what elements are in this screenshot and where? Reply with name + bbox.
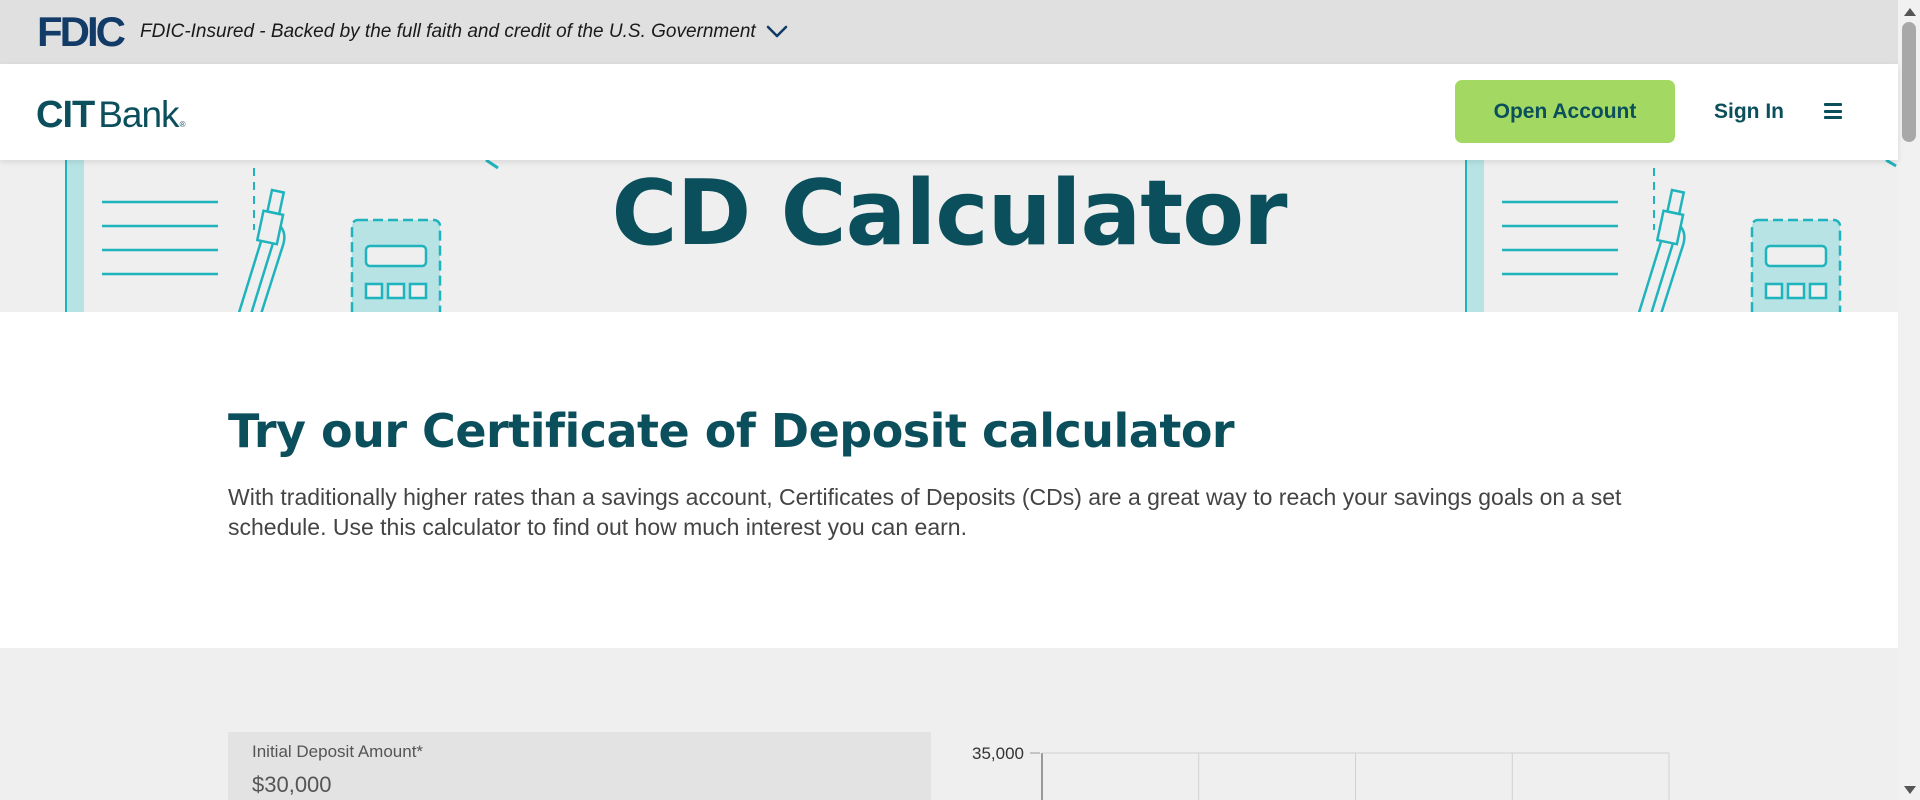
sign-in-link[interactable]: Sign In [1714, 100, 1784, 124]
initial-deposit-input[interactable] [252, 772, 907, 798]
logo-registered-mark: ® [179, 120, 186, 129]
intro-heading: Try our Certificate of Deposit calculato… [228, 404, 1235, 458]
cd-growth-chart: 35,000 [972, 744, 1670, 800]
open-account-button[interactable]: Open Account [1455, 80, 1675, 143]
cit-bank-logo[interactable]: CIT Bank ® [36, 94, 185, 137]
initial-deposit-field[interactable]: Initial Deposit Amount* [228, 732, 931, 800]
fdic-notice-text: FDIC-Insured - Backed by the full faith … [140, 21, 756, 42]
hamburger-menu-icon[interactable] [1824, 102, 1842, 120]
intro-description: With traditionally higher rates than a s… [228, 484, 1622, 540]
initial-deposit-label: Initial Deposit Amount* [252, 742, 424, 761]
gridline-columns [1198, 753, 1670, 800]
intro-section: Try our Certificate of Deposit calculato… [0, 312, 1898, 648]
calculator-section: Initial Deposit Amount* 35,000 [0, 648, 1898, 800]
fdic-banner: FDIC FDIC-Insured - Backed by the full f… [0, 0, 1898, 64]
chevron-down-icon[interactable] [766, 25, 788, 39]
logo-bank-text: Bank [98, 94, 179, 135]
site-header: CIT Bank ® Open Account Sign In [0, 64, 1898, 160]
scrollbar-thumb[interactable] [1902, 22, 1916, 142]
notepad-calculator-illustration-right [1465, 160, 1897, 312]
y-tick-label: 35,000 [972, 744, 1024, 763]
page-scrollbar[interactable] [1898, 0, 1920, 800]
logo-cit-text: CIT [36, 94, 95, 136]
fdic-logo: FDIC [37, 8, 126, 55]
scroll-down-arrow-icon[interactable] [1904, 786, 1916, 794]
hero-banner: CD Calculator [0, 160, 1898, 312]
scroll-up-arrow-icon[interactable] [1904, 8, 1916, 16]
